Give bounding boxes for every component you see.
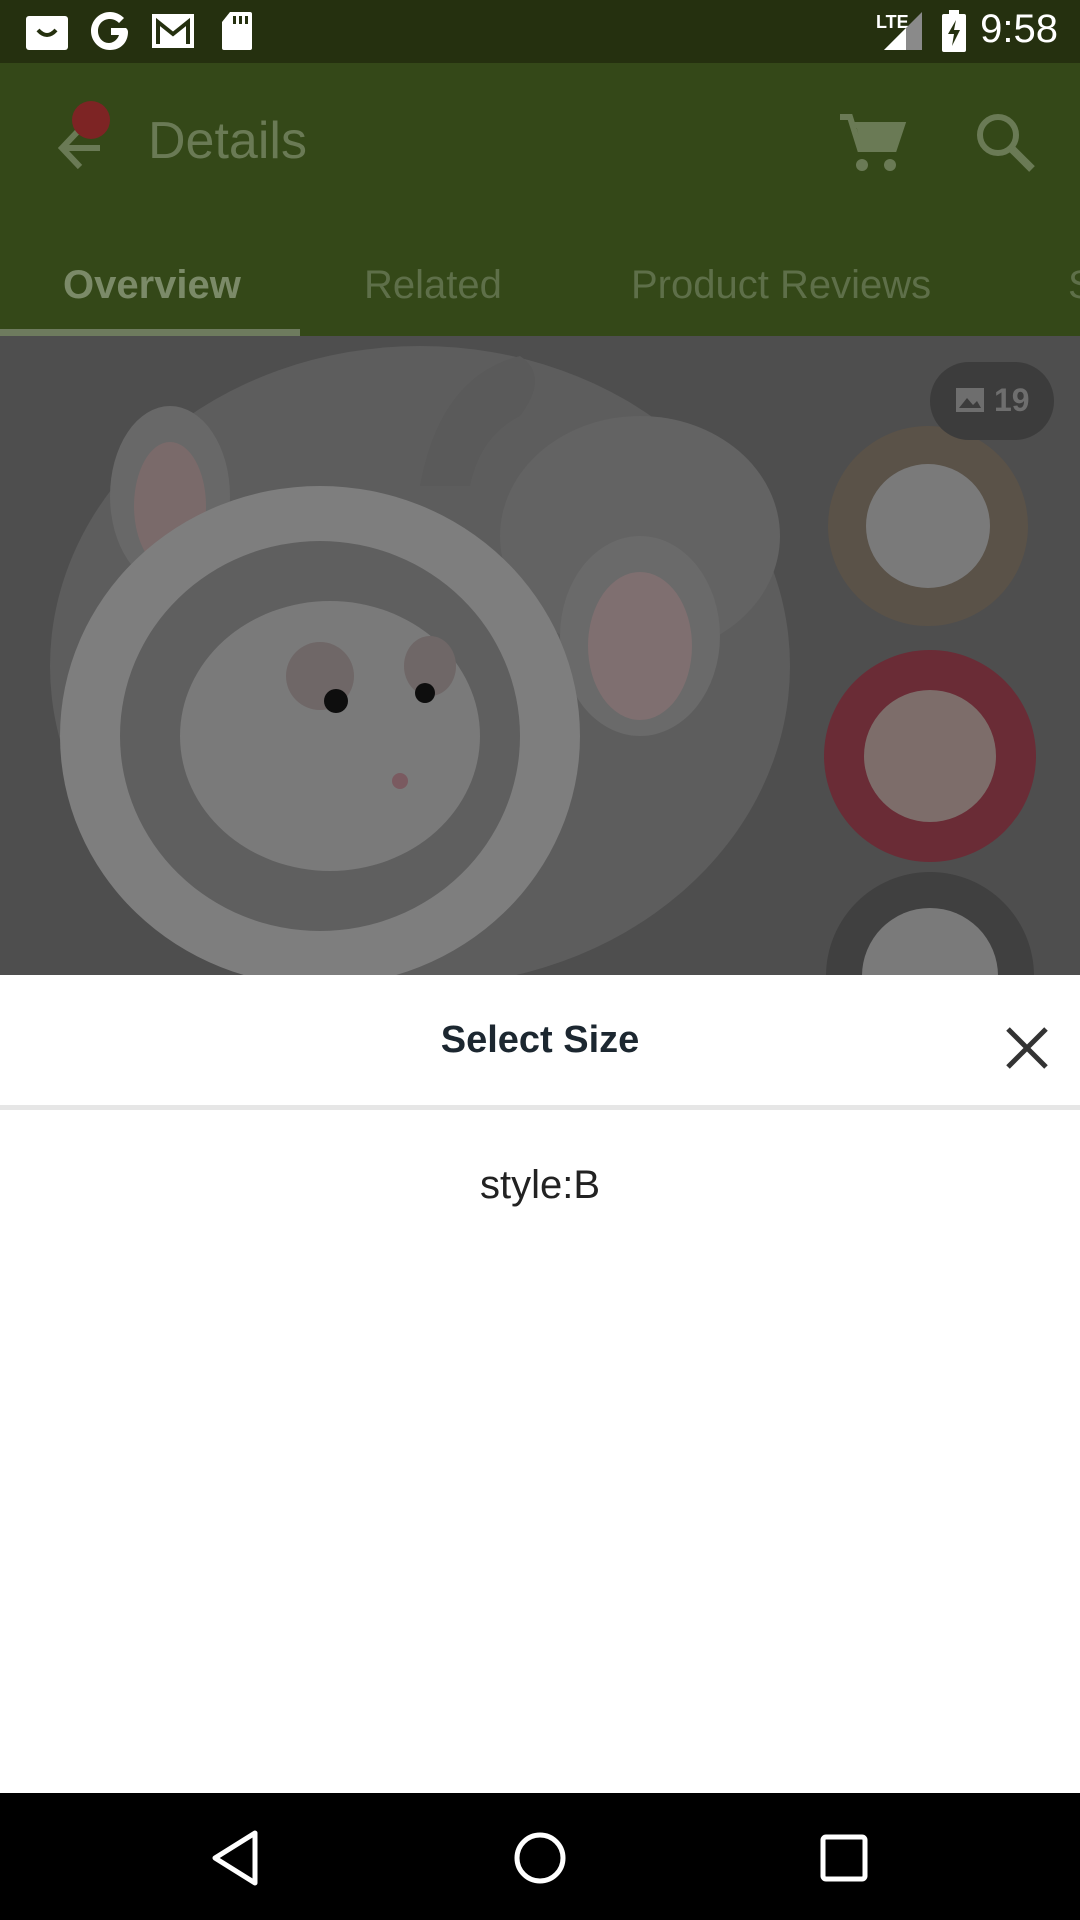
google-icon (91, 12, 128, 50)
image-icon (956, 388, 984, 412)
sd-card-icon (222, 12, 252, 50)
signal-icon (884, 12, 922, 50)
select-size-sheet: Select Size style:B (0, 975, 1080, 1793)
divider (0, 1105, 1080, 1110)
close-icon[interactable] (996, 1017, 1058, 1079)
tab-partial[interactable]: S (1068, 263, 1080, 308)
size-option-style-b[interactable]: style:B (0, 1163, 1080, 1208)
battery-charging-icon (942, 10, 966, 52)
recents-nav-icon[interactable] (809, 1823, 879, 1893)
clock: 9:58 (980, 7, 1058, 51)
tab-product-reviews[interactable]: Product Reviews (631, 263, 931, 308)
app-bar: Details Overview Related Product Reviews… (0, 63, 1080, 336)
cart-icon[interactable] (832, 103, 912, 183)
tab-overview[interactable]: Overview (63, 263, 241, 308)
page-title: Details (148, 112, 307, 170)
gmail-icon (152, 14, 194, 48)
photo-count-badge[interactable]: 19 (930, 362, 1054, 440)
tab-bar: Overview Related Product Reviews S (0, 233, 1080, 336)
notification-dot (72, 101, 110, 139)
photo-count-value: 19 (994, 382, 1030, 418)
home-nav-icon[interactable] (505, 1823, 575, 1893)
navigation-bar (0, 1793, 1080, 1920)
tab-related[interactable]: Related (364, 263, 502, 308)
back-nav-icon[interactable] (203, 1823, 273, 1893)
product-photo (50, 346, 1036, 975)
product-image-gallery[interactable]: 19 (0, 336, 1080, 975)
search-icon[interactable] (966, 103, 1046, 183)
status-bar: LTE 9:58 (0, 0, 1080, 63)
sheet-title: Select Size (440, 1019, 640, 1061)
active-tab-indicator (0, 329, 300, 336)
shopping-bag-icon (26, 16, 68, 50)
